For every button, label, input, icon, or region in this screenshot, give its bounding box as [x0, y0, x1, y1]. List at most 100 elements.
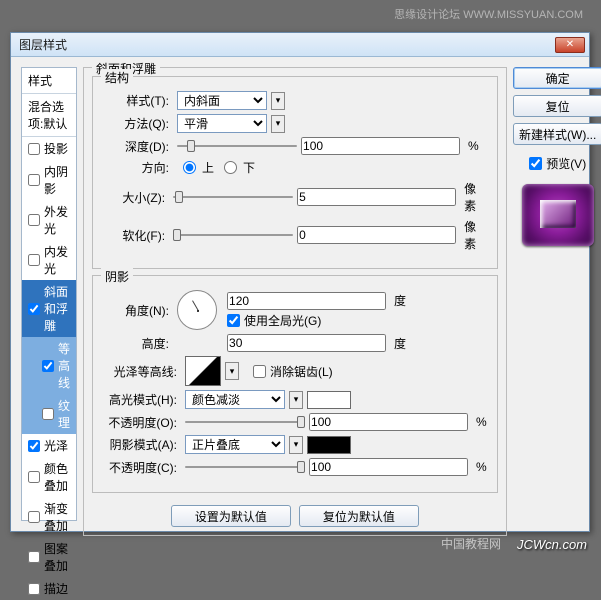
sidebar-item-label: 斜面和浮雕 — [44, 283, 70, 334]
chevron-down-icon[interactable]: ▾ — [289, 436, 303, 454]
shadow-color-swatch[interactable] — [307, 436, 351, 454]
bevel-group: 斜面和浮雕 结构 样式(T): 内斜面 ▾ 方法(Q): 平滑 ▾ 深度(D): — [83, 67, 507, 536]
sidebar-item-innershadow[interactable]: 内阴影 — [22, 160, 76, 200]
shadow-mode-select[interactable]: 正片叠底 — [185, 435, 285, 454]
sidebar-item-gradientoverlay[interactable]: 渐变叠加 — [22, 497, 76, 537]
highlight-mode-select[interactable]: 颜色减淡 — [185, 390, 285, 409]
highlight-color-swatch[interactable] — [307, 391, 351, 409]
checkbox-label: 使用全局光(G) — [244, 312, 321, 329]
highlight-opacity-input[interactable] — [309, 413, 468, 431]
button-column: 确定 复位 新建样式(W)... 预览(V) — [513, 67, 601, 521]
radio-label: 下 — [243, 159, 255, 176]
sidebar-item-satin[interactable]: 光泽 — [22, 434, 76, 457]
titlebar: 图层样式 ✕ — [11, 33, 589, 57]
settings-panel: 斜面和浮雕 结构 样式(T): 内斜面 ▾ 方法(Q): 平滑 ▾ 深度(D): — [83, 67, 507, 521]
depth-input[interactable] — [301, 137, 460, 155]
shadow-opacity-input[interactable] — [309, 458, 468, 476]
angle-label: 角度(N): — [103, 302, 173, 319]
soften-input[interactable] — [297, 226, 456, 244]
sidebar-header-styles[interactable]: 样式 — [22, 68, 76, 94]
sidebar-item-outerglow[interactable]: 外发光 — [22, 200, 76, 240]
shadow-opacity-label: 不透明度(C): — [103, 459, 181, 476]
unit: % — [476, 460, 487, 474]
global-light-checkbox[interactable] — [227, 314, 240, 327]
sidebar-item-label: 内阴影 — [44, 163, 70, 197]
gloss-contour-swatch[interactable] — [185, 356, 221, 386]
angle-dial[interactable] — [177, 290, 217, 330]
gloss-contour-label: 光泽等高线: — [103, 363, 181, 380]
method-select[interactable]: 平滑 — [177, 114, 267, 133]
new-style-button[interactable]: 新建样式(W)... — [513, 123, 601, 145]
preview-checkbox[interactable] — [529, 157, 542, 170]
group-subtitle: 结构 — [101, 69, 133, 86]
method-label: 方法(Q): — [103, 115, 173, 132]
unit: 度 — [394, 335, 406, 352]
set-default-button[interactable]: 设置为默认值 — [171, 505, 291, 527]
checkbox[interactable] — [28, 143, 40, 155]
highlight-mode-label: 高光模式(H): — [103, 391, 181, 408]
sidebar-item-bevel[interactable]: 斜面和浮雕 — [22, 280, 76, 337]
size-input[interactable] — [297, 188, 456, 206]
checkbox[interactable] — [42, 360, 54, 372]
sidebar-item-texture[interactable]: 纹理 — [22, 394, 76, 434]
sidebar-item-stroke[interactable]: 描边 — [22, 577, 76, 600]
checkbox[interactable] — [28, 174, 40, 186]
checkbox[interactable] — [28, 440, 40, 452]
sidebar-item-label: 外发光 — [44, 203, 70, 237]
direction-label: 方向: — [103, 159, 173, 176]
size-slider[interactable] — [173, 188, 293, 206]
checkbox[interactable] — [28, 583, 40, 595]
watermark-bottom-cn: 中国教程网 — [441, 535, 501, 552]
chevron-down-icon[interactable]: ▾ — [225, 362, 239, 380]
sidebar-item-coloroverlay[interactable]: 颜色叠加 — [22, 457, 76, 497]
depth-label: 深度(D): — [103, 138, 173, 155]
close-button[interactable]: ✕ — [555, 37, 585, 53]
style-select[interactable]: 内斜面 — [177, 91, 267, 110]
unit: 像素 — [464, 180, 487, 214]
reset-default-button[interactable]: 复位为默认值 — [299, 505, 419, 527]
size-label: 大小(Z): — [103, 189, 169, 206]
sidebar-item-innerglow[interactable]: 内发光 — [22, 240, 76, 280]
dialog-title: 图层样式 — [15, 36, 67, 53]
highlight-opacity-slider[interactable] — [185, 413, 305, 431]
chevron-down-icon[interactable]: ▾ — [271, 92, 285, 110]
sidebar-item-contour[interactable]: 等高线 — [22, 337, 76, 394]
shadow-mode-label: 阴影模式(A): — [103, 436, 181, 453]
angle-input[interactable] — [227, 292, 386, 310]
checkbox[interactable] — [42, 408, 54, 420]
preview-thumbnail — [522, 184, 594, 246]
sidebar-item-label: 投影 — [44, 140, 68, 157]
altitude-input[interactable] — [227, 334, 386, 352]
style-list: 样式 混合选项:默认 投影 内阴影 外发光 内发光 斜面和浮雕 等高线 纹理 光… — [21, 67, 77, 521]
ok-button[interactable]: 确定 — [513, 67, 601, 89]
shadow-opacity-slider[interactable] — [185, 458, 305, 476]
sidebar-item-dropshadow[interactable]: 投影 — [22, 137, 76, 160]
style-label: 样式(T): — [103, 92, 173, 109]
sidebar-item-patternoverlay[interactable]: 图案叠加 — [22, 537, 76, 577]
direction-up-radio[interactable] — [183, 161, 196, 174]
antialias-checkbox[interactable] — [253, 365, 266, 378]
soften-label: 软化(F): — [103, 227, 169, 244]
soften-slider[interactable] — [173, 226, 293, 244]
checkbox[interactable] — [28, 303, 40, 315]
checkbox[interactable] — [28, 471, 40, 483]
chevron-down-icon[interactable]: ▾ — [289, 391, 303, 409]
depth-slider[interactable] — [177, 137, 297, 155]
layer-style-dialog: 图层样式 ✕ 样式 混合选项:默认 投影 内阴影 外发光 内发光 斜面和浮雕 等… — [10, 32, 590, 532]
chevron-down-icon[interactable]: ▾ — [271, 115, 285, 133]
sidebar-item-label: 纹理 — [58, 397, 70, 431]
sidebar-item-label: 图案叠加 — [44, 540, 70, 574]
unit: % — [468, 139, 479, 153]
checkbox-label: 预览(V) — [546, 155, 586, 172]
sidebar-blend-options[interactable]: 混合选项:默认 — [22, 94, 76, 137]
checkbox[interactable] — [28, 551, 40, 563]
unit: 度 — [394, 292, 406, 309]
direction-down-radio[interactable] — [224, 161, 237, 174]
reset-button[interactable]: 复位 — [513, 95, 601, 117]
sidebar-item-label: 颜色叠加 — [44, 460, 70, 494]
checkbox[interactable] — [28, 214, 40, 226]
checkbox[interactable] — [28, 254, 40, 266]
checkbox[interactable] — [28, 511, 40, 523]
watermark-top: 思缘设计论坛 WWW.MISSYUAN.COM — [394, 6, 583, 22]
checkbox-label: 消除锯齿(L) — [270, 363, 333, 380]
